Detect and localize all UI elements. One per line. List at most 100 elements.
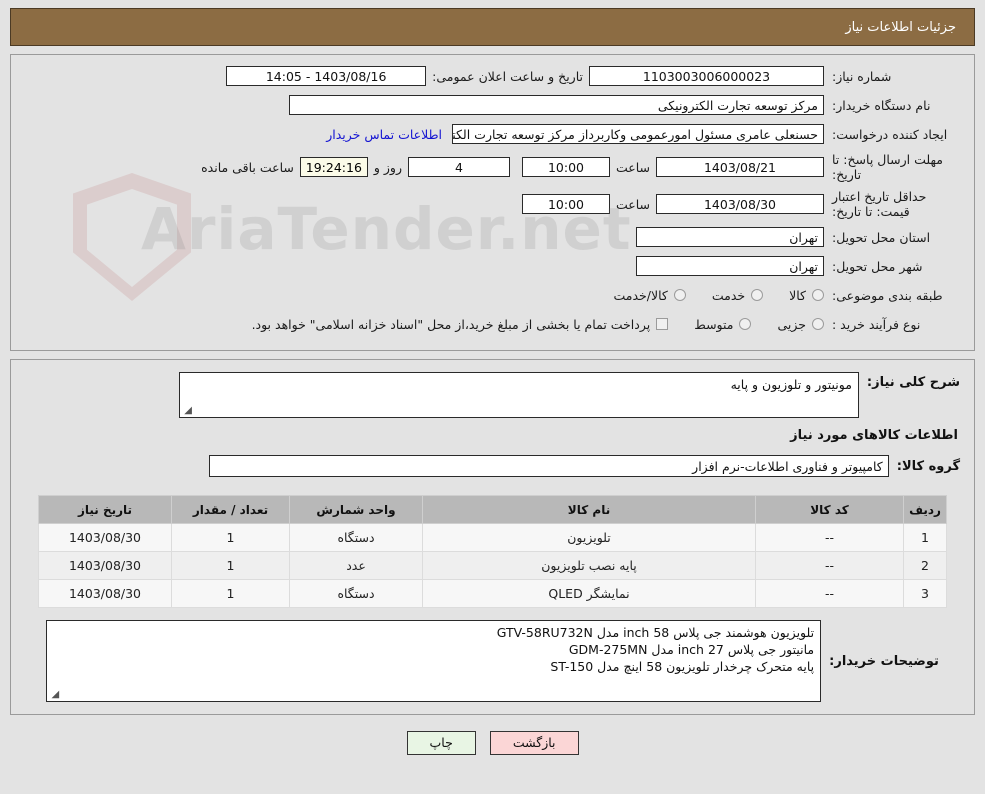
need-details-panel: شرح کلی نیاز: مونیتور و تلوزیون و پایه ◢… (10, 359, 975, 715)
row-process-type: نوع فرآیند خرید : جزیی متوسط پرداخت تمام… (25, 313, 960, 335)
city-label: شهر محل تحویل: (832, 258, 923, 274)
table-row: 3 -- نمایشگر QLED دستگاه 1 1403/08/30 (38, 579, 947, 608)
remaining-days-label: روز و (373, 159, 402, 175)
radio-icon[interactable] (739, 318, 752, 330)
row-price-validity: حداقل تاریخ اعتبار قیمت: تا تاریخ: 1403/… (25, 189, 960, 219)
deadline-date-value[interactable]: 1403/08/21 (656, 157, 824, 177)
category-option-goods-label: کالا (789, 287, 806, 303)
cell-qty: 1 (171, 523, 290, 552)
deadline-label: مهلت ارسال پاسخ: تا تاریخ: (832, 152, 943, 182)
city-value[interactable]: تهران (636, 256, 824, 276)
cell-qty: 1 (171, 579, 290, 608)
cell-name: نمایشگر QLED (422, 579, 756, 608)
cell-unit: عدد (289, 551, 423, 580)
need-summary-label: شرح کلی نیاز: (866, 375, 960, 390)
page-title: جزئیات اطلاعات نیاز (845, 19, 956, 35)
category-option-goods[interactable]: کالا (789, 288, 824, 303)
need-summary-value: مونیتور و تلوزیون و پایه (730, 377, 852, 392)
process-option-medium[interactable]: متوسط (694, 316, 752, 332)
resize-handle-icon[interactable]: ◢ (182, 406, 192, 416)
radio-icon[interactable] (751, 289, 764, 301)
process-option-minor-label: جزیی (777, 316, 806, 332)
table-row: 2 -- پایه نصب تلویزیون عدد 1 1403/08/30 (38, 551, 947, 580)
price-validity-label: حداقل تاریخ اعتبار قیمت: تا تاریخ: (832, 189, 927, 219)
deadline-time-value[interactable]: 10:00 (521, 157, 610, 177)
buyer-description-textarea[interactable]: تلویزیون هوشمند جی پلاس 58 inch مدل GTV-… (46, 620, 822, 702)
goods-table: ردیف کد کالا نام کالا واحد شمارش تعداد /… (38, 495, 947, 608)
goods-section-title: اطلاعات کالاهای مورد نیاز (790, 428, 958, 443)
buyer-description-label: توضیحات خریدار: (829, 653, 939, 669)
buyer-description-line: پایه متحرک چرخدار تلویزیون 58 اینچ مدل S… (550, 659, 815, 674)
category-radio-group: کالا خدمت کالا/خدمت (587, 288, 824, 303)
treasury-note-label: پرداخت تمام یا بخشی از مبلغ خرید،از محل … (251, 316, 651, 332)
cell-unit: دستگاه (289, 579, 423, 608)
category-label: طبقه بندی موضوعی: (832, 287, 943, 303)
buyer-description-line: تلویزیون هوشمند جی پلاس 58 inch مدل GTV-… (496, 625, 815, 640)
need-number-label: شماره نیاز: (832, 68, 892, 84)
row-category: طبقه بندی موضوعی: کالا خدمت کالا/خدمت (25, 284, 960, 306)
cell-radif: 2 (903, 551, 947, 580)
resize-handle-icon[interactable]: ◢ (49, 690, 59, 700)
price-validity-time-value[interactable]: 10:00 (521, 194, 610, 214)
cell-name: تلویزیون (422, 523, 756, 552)
cell-radif: 1 (903, 523, 947, 552)
table-row: 1 -- تلویزیون دستگاه 1 1403/08/30 (38, 523, 947, 552)
row-need-summary: شرح کلی نیاز: مونیتور و تلوزیون و پایه ◢ (25, 372, 960, 418)
col-date: تاریخ نیاز (38, 495, 172, 524)
row-creator: ایجاد کننده درخواست: حسنعلی عامری مسئول … (25, 123, 960, 145)
col-radif: ردیف (903, 495, 947, 524)
row-buyer-org: نام دستگاه خریدار: مرکز توسعه تجارت الکت… (25, 94, 960, 116)
cell-qty: 1 (171, 551, 290, 580)
price-validity-date-value[interactable]: 1403/08/30 (656, 194, 824, 214)
col-name: نام کالا (422, 495, 756, 524)
category-option-goods-service[interactable]: کالا/خدمت (613, 287, 686, 303)
back-button[interactable]: بازگشت (489, 731, 579, 755)
cell-name: پایه نصب تلویزیون (422, 551, 756, 580)
checkbox-icon[interactable] (656, 318, 669, 330)
need-summary-textarea[interactable]: مونیتور و تلوزیون و پایه ◢ (178, 372, 859, 418)
province-label: استان محل تحویل: (832, 229, 931, 245)
remaining-suffix-label: ساعت باقی مانده (201, 159, 294, 175)
cell-date: 1403/08/30 (38, 523, 172, 552)
page-header: جزئیات اطلاعات نیاز (10, 8, 975, 46)
cell-code: -- (755, 579, 904, 608)
cell-radif: 3 (903, 579, 947, 608)
province-value[interactable]: تهران (636, 227, 824, 247)
row-response-deadline: مهلت ارسال پاسخ: تا تاریخ: 1403/08/21 سا… (25, 152, 960, 182)
row-province: استان محل تحویل: تهران (25, 226, 960, 248)
category-option-service[interactable]: خدمت (711, 287, 764, 303)
col-qty: تعداد / مقدار (171, 495, 290, 524)
public-announce-value[interactable]: 1403/08/16 - 14:05 (226, 66, 427, 86)
process-option-minor[interactable]: جزیی (777, 317, 824, 332)
deadline-hour-label: ساعت (615, 159, 650, 175)
goods-table-wrapper: ردیف کد کالا نام کالا واحد شمارش تعداد /… (25, 481, 960, 608)
category-option-service-label: خدمت (711, 287, 746, 303)
remaining-countdown-timer: 19:24:16 (299, 157, 368, 177)
treasury-bond-checkbox-item[interactable]: پرداخت تمام یا بخشی از مبلغ خرید،از محل … (252, 317, 669, 332)
print-button[interactable]: چاپ (406, 731, 476, 755)
radio-icon[interactable] (673, 289, 686, 301)
price-validity-hour-label: ساعت (615, 196, 650, 212)
cell-date: 1403/08/30 (38, 579, 172, 608)
process-option-medium-label: متوسط (694, 316, 734, 332)
need-number-value[interactable]: 1103003006000023 (589, 66, 824, 86)
col-code: کد کالا (755, 495, 904, 524)
row-goods-group: گروه کالا: کامپیوتر و فناوری اطلاعات-نرم… (25, 455, 960, 477)
buyer-contact-link[interactable]: اطلاعات تماس خریدار (316, 127, 452, 142)
radio-icon[interactable] (812, 318, 824, 330)
creator-value[interactable]: حسنعلی عامری مسئول امورعمومی وکاربرداز م… (452, 124, 824, 144)
creator-label: ایجاد کننده درخواست: (832, 126, 948, 142)
cell-unit: دستگاه (289, 523, 423, 552)
cell-code: -- (755, 551, 904, 580)
buyer-org-value[interactable]: مرکز توسعه تجارت الکترونیکی (289, 95, 824, 115)
goods-group-label: گروه کالا: (896, 458, 960, 474)
radio-icon[interactable] (812, 289, 824, 301)
row-city: شهر محل تحویل: تهران (25, 255, 960, 277)
category-option-goods-service-label: کالا/خدمت (613, 287, 668, 303)
buyer-description-line: مانیتور جی پلاس 27 inch مدل GDM-275MN (568, 642, 815, 657)
public-announce-label: تاریخ و ساعت اعلان عمومی: (432, 68, 583, 84)
col-unit: واحد شمارش (289, 495, 423, 524)
cell-date: 1403/08/30 (38, 551, 172, 580)
need-info-panel: AriaTender.net شماره نیاز: 1103003006000… (10, 54, 975, 351)
goods-group-value[interactable]: کامپیوتر و فناوری اطلاعات-نرم افزار (208, 455, 889, 477)
